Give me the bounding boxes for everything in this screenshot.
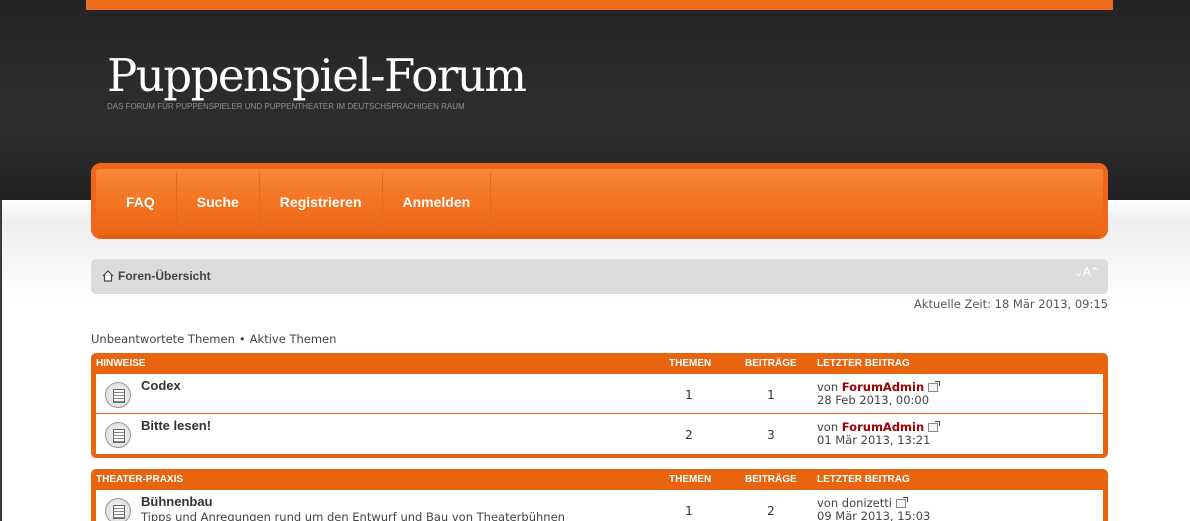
column-last-post-header: LETZTER BEITRAG — [817, 474, 910, 485]
nav-list: FAQ Suche Registrieren Anmelden — [105, 172, 492, 232]
forum-last-post: von ForumAdmin 01 Mär 2013, 13:21 — [817, 420, 941, 447]
forum-topics-count: 1 — [685, 504, 693, 518]
nav-register-link[interactable]: Registrieren — [260, 172, 383, 232]
last-post-prefix: von — [817, 380, 839, 394]
category-title-link[interactable]: THEATER-PRAXIS — [96, 474, 183, 485]
forum-title-link[interactable]: Codex — [141, 378, 181, 393]
forum-row: Bühnenbau Tipps und Anregungen rund um d… — [96, 490, 1103, 521]
last-post-date: 28 Feb 2013, 00:00 — [817, 393, 930, 407]
last-post-prefix: von — [817, 420, 839, 434]
forum-row: Bitte lesen! 2 3 von ForumAdmin 01 Mär 2… — [96, 414, 1103, 454]
forum-posts-count: 2 — [767, 504, 775, 518]
forum-topics-count: 1 — [685, 388, 693, 402]
category-theater-praxis: THEATER-PRAXIS THEMEN BEITRÄGE LETZTER B… — [91, 469, 1108, 521]
last-post-author-link[interactable]: ForumAdmin — [842, 420, 924, 434]
view-latest-post-icon[interactable] — [928, 381, 941, 392]
forum-title-link[interactable]: Bühnenbau — [141, 494, 213, 509]
current-time: Aktuelle Zeit: 18 Mär 2013, 09:15 — [913, 297, 1108, 311]
forum-last-post: von donizetti 09 Mär 2013, 15:03 — [817, 497, 930, 521]
site-description: DAS FORUM FÜR PUPPENSPIELER UND PUPPENTH… — [107, 102, 465, 111]
category-hinweise: HINWEISE THEMEN BEITRÄGE LETZTER BEITRAG… — [91, 353, 1108, 458]
last-post-date: 09 Mär 2013, 15:03 — [817, 509, 931, 521]
unanswered-topics-link[interactable]: Unbeantwortete Themen — [91, 332, 235, 346]
view-latest-post-icon[interactable] — [895, 497, 908, 508]
breadcrumb-index-link[interactable]: Foren-Übersicht — [118, 269, 211, 283]
breadcrumb: Foren-Übersicht ⌄A⌃ — [91, 259, 1108, 294]
site-title[interactable]: Puppenspiel-Forum — [107, 50, 527, 102]
main-navbar: FAQ Suche Registrieren Anmelden — [91, 163, 1108, 239]
header-accent-bar — [86, 0, 1113, 10]
column-topics-header: THEMEN — [669, 358, 712, 369]
forum-row: Codex 1 1 von ForumAdmin 28 Feb 2013, 00… — [96, 374, 1103, 414]
last-post-author-link[interactable]: ForumAdmin — [842, 380, 924, 394]
home-icon — [102, 270, 114, 282]
last-post-date: 01 Mär 2013, 13:21 — [817, 433, 931, 447]
column-posts-header: BEITRÄGE — [745, 358, 797, 369]
view-latest-post-icon[interactable] — [928, 421, 941, 432]
forum-posts-count: 3 — [767, 428, 775, 442]
quick-links: Unbeantwortete Themen • Aktive Themen — [91, 332, 336, 346]
forum-posts-count: 1 — [767, 388, 775, 402]
forum-last-post: von ForumAdmin 28 Feb 2013, 00:00 — [817, 380, 941, 407]
nav-login-link[interactable]: Anmelden — [383, 172, 492, 232]
category-header: THEATER-PRAXIS THEMEN BEITRÄGE LETZTER B… — [96, 469, 1103, 490]
font-size-change-icon[interactable]: ⌄A⌃ — [1074, 265, 1100, 279]
forum-read-icon — [105, 498, 131, 521]
category-title-link[interactable]: HINWEISE — [96, 358, 145, 369]
forum-title-link[interactable]: Bitte lesen! — [141, 418, 211, 433]
column-last-post-header: LETZTER BEITRAG — [817, 358, 910, 369]
last-post-author-link[interactable]: donizetti — [842, 496, 892, 510]
forum-read-icon — [105, 382, 131, 408]
last-post-prefix: von — [817, 496, 839, 510]
nav-search-link[interactable]: Suche — [177, 172, 260, 232]
column-topics-header: THEMEN — [669, 474, 712, 485]
quick-links-separator: • — [238, 332, 246, 346]
active-topics-link[interactable]: Aktive Themen — [250, 332, 337, 346]
forum-topics-count: 2 — [685, 428, 693, 442]
forum-description: Tipps und Anregungen rund um den Entwurf… — [141, 510, 565, 521]
category-header: HINWEISE THEMEN BEITRÄGE LETZTER BEITRAG — [96, 353, 1103, 374]
nav-faq-link[interactable]: FAQ — [105, 172, 177, 232]
column-posts-header: BEITRÄGE — [745, 474, 797, 485]
forum-read-icon — [105, 422, 131, 448]
